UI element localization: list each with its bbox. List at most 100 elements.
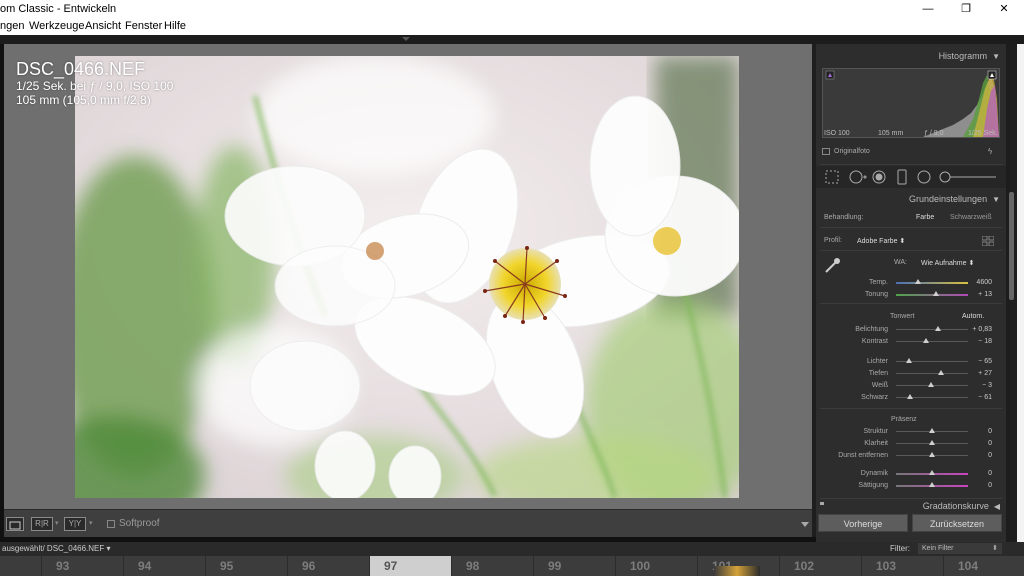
- slider-dehaze[interactable]: Dunst entfernen 0: [820, 451, 1000, 461]
- slider-track[interactable]: [896, 329, 968, 330]
- slider-value[interactable]: 0: [988, 470, 992, 477]
- photo-preview[interactable]: [75, 56, 739, 498]
- filter-dropdown-icon[interactable]: ⬍: [992, 544, 998, 552]
- slider-value[interactable]: − 18: [978, 338, 992, 345]
- slider-value[interactable]: 4600: [976, 279, 992, 286]
- slider-knob[interactable]: [934, 326, 941, 331]
- slider-knob[interactable]: [929, 470, 935, 475]
- slider-knob[interactable]: [927, 382, 934, 387]
- split-view-button[interactable]: Y|Y: [64, 517, 86, 531]
- split-dropdown-icon[interactable]: ▾: [89, 519, 93, 527]
- original-photo-checkbox[interactable]: [822, 148, 830, 155]
- filmstrip-cell[interactable]: [41, 556, 123, 576]
- filter-select[interactable]: Kein Filter: [918, 543, 1002, 554]
- basic-header[interactable]: Grundeinstellungen ▼: [909, 194, 1000, 204]
- wb-select[interactable]: Wie Aufnahme ⬍: [921, 259, 974, 267]
- maximize-button[interactable]: ❐: [948, 0, 984, 18]
- profile-browser-icon[interactable]: [982, 236, 994, 246]
- menu-item-help[interactable]: Hilfe: [164, 20, 186, 32]
- toolbar-menu-icon[interactable]: [801, 522, 809, 527]
- slider-value[interactable]: 0: [988, 428, 992, 435]
- slider-clarity[interactable]: Klarheit 0: [820, 439, 1000, 449]
- filmstrip-cell[interactable]: [451, 556, 533, 576]
- before-after-dropdown-icon[interactable]: ▾: [55, 519, 59, 527]
- slider-whites[interactable]: Weiß − 3: [820, 381, 1000, 391]
- slider-knob[interactable]: [929, 428, 935, 433]
- slider-tint[interactable]: Tonung + 13: [820, 290, 1000, 300]
- slider-track[interactable]: [896, 373, 968, 374]
- slider-value[interactable]: 0: [988, 482, 992, 489]
- slider-texture[interactable]: Struktur 0: [820, 427, 1000, 437]
- panel-scrollbar[interactable]: [1006, 44, 1017, 542]
- minimize-button[interactable]: —: [910, 0, 946, 18]
- slider-knob[interactable]: [929, 452, 935, 457]
- slider-value[interactable]: + 13: [978, 291, 992, 298]
- slider-knob[interactable]: [938, 370, 945, 375]
- filmstrip-cell[interactable]: [943, 556, 1024, 576]
- filmstrip-cell[interactable]: [123, 556, 205, 576]
- lightning-icon[interactable]: ϟ: [988, 147, 992, 156]
- slider-value[interactable]: 0: [988, 452, 992, 459]
- tone-curve-header[interactable]: Gradationskurve ◀: [923, 501, 1000, 511]
- menu-item-window[interactable]: Fenster: [125, 20, 162, 32]
- histogram[interactable]: [822, 68, 1000, 138]
- slider-exposure[interactable]: Belichtung + 0,83: [820, 325, 1000, 335]
- close-button[interactable]: ✕: [986, 0, 1022, 18]
- scrollbar-thumb[interactable]: [1009, 192, 1014, 300]
- slider-knob[interactable]: [929, 482, 935, 487]
- loupe-view-button[interactable]: [6, 517, 24, 531]
- slider-vibrance[interactable]: Dynamik 0: [820, 469, 1000, 479]
- menu-item-view[interactable]: Ansicht: [85, 20, 121, 32]
- slider-value[interactable]: + 0,83: [972, 326, 992, 333]
- slider-track[interactable]: [896, 282, 968, 284]
- menu-item-settings[interactable]: ngen: [0, 20, 24, 32]
- filmstrip-cell[interactable]: [369, 556, 451, 576]
- slider-contrast[interactable]: Kontrast − 18: [820, 337, 1000, 347]
- slider-knob[interactable]: [922, 338, 929, 343]
- slider-saturation[interactable]: Sättigung 0: [820, 481, 1000, 491]
- slider-temp[interactable]: Temp. 4600: [820, 278, 1000, 288]
- slider-track[interactable]: [896, 341, 968, 342]
- collapse-icon[interactable]: ▼: [992, 195, 1000, 204]
- collapse-icon[interactable]: ▼: [992, 52, 1000, 61]
- previous-button[interactable]: Vorherige: [818, 514, 908, 532]
- filmstrip-thumbnail[interactable]: [714, 566, 760, 576]
- slider-value[interactable]: − 65: [978, 358, 992, 365]
- slider-knob[interactable]: [932, 291, 939, 296]
- filmstrip-cell[interactable]: [615, 556, 697, 576]
- menu-item-tools[interactable]: Werkzeuge: [29, 20, 84, 32]
- treatment-color-option[interactable]: Farbe: [916, 214, 934, 221]
- treatment-bw-option[interactable]: Schwarzweiß: [950, 214, 992, 221]
- reset-button[interactable]: Zurücksetzen: [912, 514, 1002, 532]
- auto-button[interactable]: Autom.: [962, 313, 984, 320]
- slider-knob[interactable]: [914, 279, 921, 284]
- slider-value[interactable]: − 61: [978, 394, 992, 401]
- slider-value[interactable]: 0: [988, 440, 992, 447]
- filmstrip-cell[interactable]: [861, 556, 943, 576]
- collapse-arrow-icon[interactable]: [402, 37, 410, 41]
- divider: [820, 250, 1002, 251]
- top-panel-toggle[interactable]: [0, 35, 1024, 44]
- filmstrip-index: 95: [220, 559, 234, 573]
- profile-select[interactable]: Adobe Farbe ⬍: [857, 237, 905, 245]
- filmstrip-cell[interactable]: [533, 556, 615, 576]
- slider-blacks[interactable]: Schwarz − 61: [820, 393, 1000, 403]
- filmstrip-cell[interactable]: [287, 556, 369, 576]
- histogram-header[interactable]: Histogramm ▼: [939, 51, 1000, 61]
- photo-filename: DSC_0466.NEF: [16, 59, 146, 79]
- slider-knob[interactable]: [906, 394, 913, 399]
- filmstrip-index: 96: [302, 559, 316, 573]
- expand-icon[interactable]: ◀: [994, 502, 1000, 511]
- slider-value[interactable]: + 27: [978, 370, 992, 377]
- slider-knob[interactable]: [905, 358, 912, 363]
- source-path[interactable]: ausgewählt/ DSC_0466.NEF ▾: [2, 544, 111, 553]
- slider-knob[interactable]: [929, 440, 935, 445]
- filmstrip-cell[interactable]: [779, 556, 861, 576]
- slider-shadows[interactable]: Tiefen + 27: [820, 369, 1000, 379]
- slider-value[interactable]: − 3: [982, 382, 992, 389]
- slider-highlights[interactable]: Lichter − 65: [820, 357, 1000, 367]
- filmstrip-cell[interactable]: [205, 556, 287, 576]
- before-after-button[interactable]: R|R: [31, 517, 53, 531]
- softproof-checkbox[interactable]: [107, 520, 115, 528]
- eyedropper-icon[interactable]: [822, 256, 842, 276]
